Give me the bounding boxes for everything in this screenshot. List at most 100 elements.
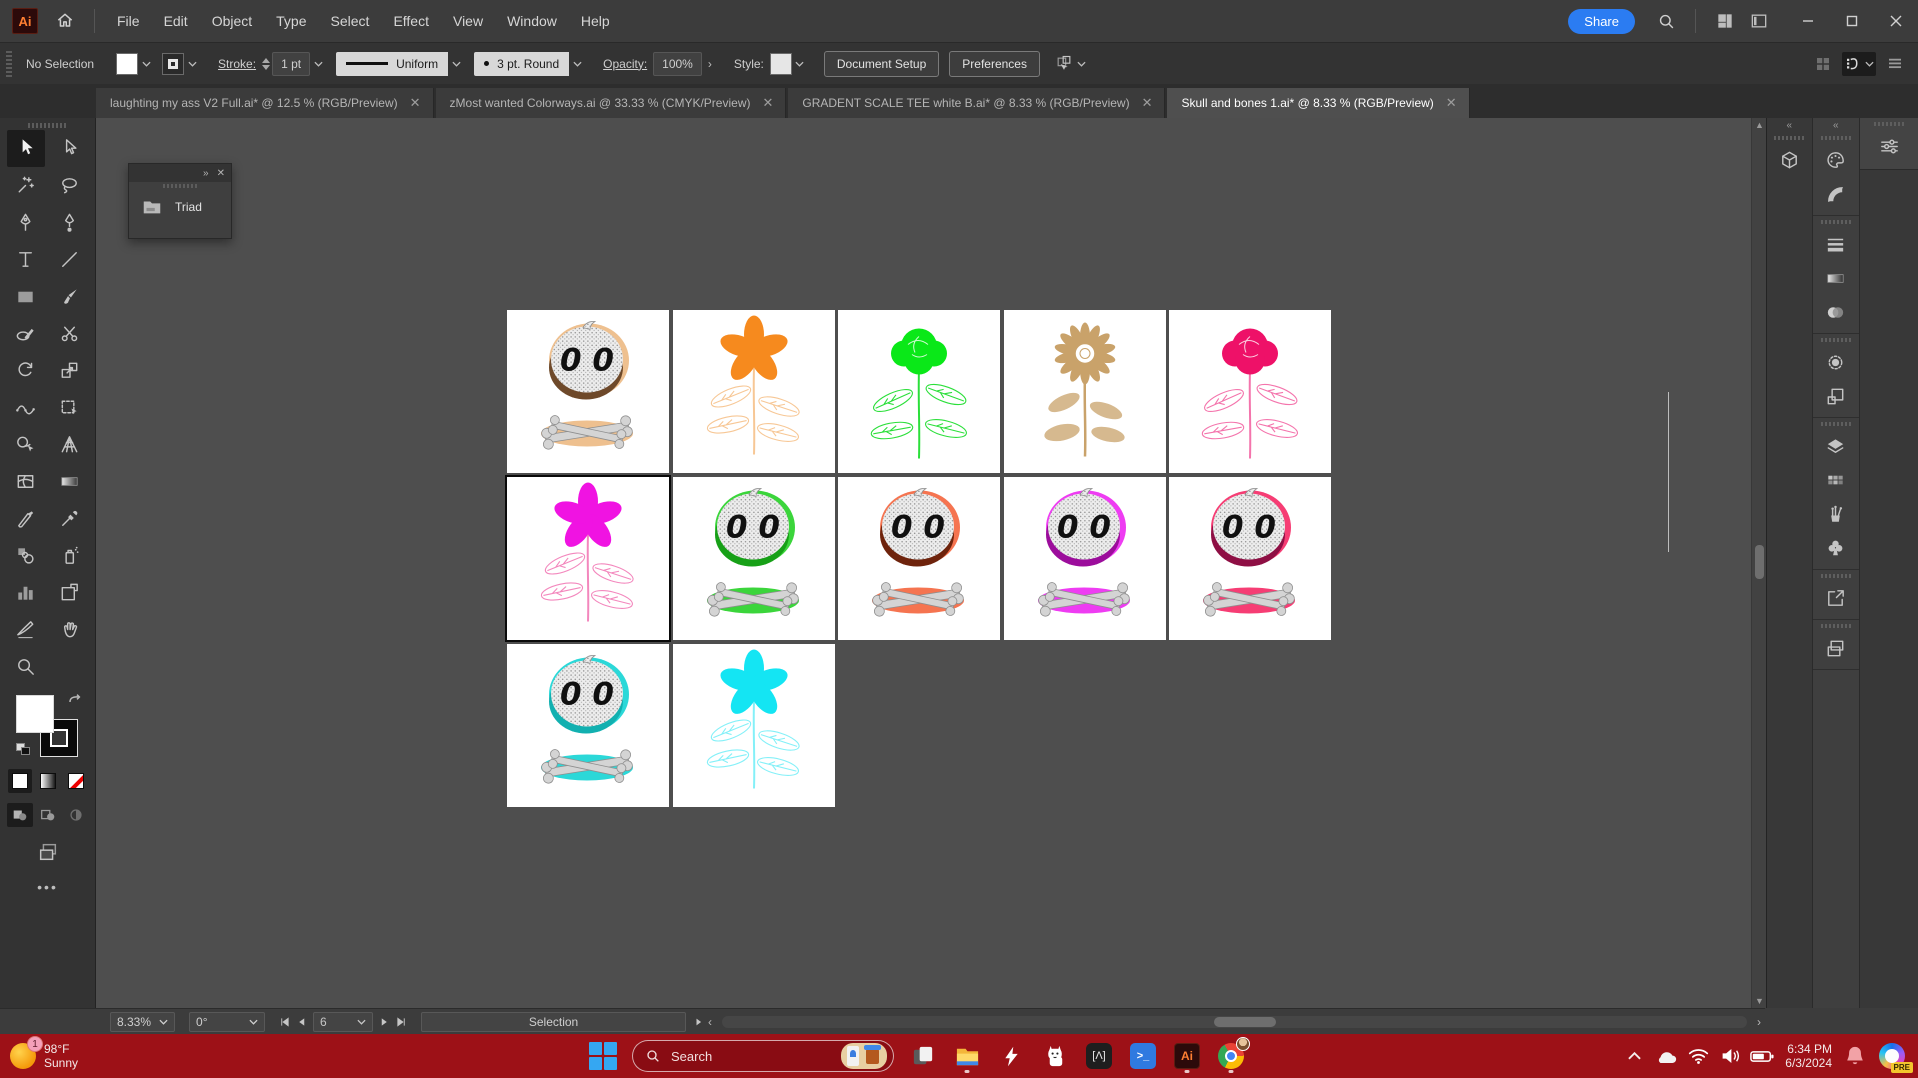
menu-object[interactable]: Object <box>202 7 262 35</box>
battery-icon[interactable] <box>1749 1041 1775 1071</box>
workspace-switcher-icon[interactable] <box>1742 6 1776 36</box>
canvas[interactable]: » ✕ Triad ▲ ▼ 0 0 <box>96 118 1766 1008</box>
shaper-tool-icon[interactable] <box>7 315 45 352</box>
free-transform-tool-icon[interactable] <box>51 389 89 426</box>
fill-indicator[interactable] <box>16 695 54 733</box>
taskbar-search[interactable]: Search <box>632 1040 894 1072</box>
status-expand-icon[interactable] <box>694 1017 704 1027</box>
artboard-tile-2-star-artwork[interactable] <box>673 310 835 473</box>
arrange-documents-icon[interactable] <box>1708 6 1742 36</box>
tab-close-icon[interactable]: ✕ <box>760 95 775 111</box>
document-tab-3[interactable]: GRADENT SCALE TEE white B.ai* @ 8.33 % (… <box>788 88 1165 118</box>
layers-icon[interactable] <box>1816 429 1856 463</box>
3d-materials-icon[interactable] <box>1769 143 1809 177</box>
home-icon[interactable] <box>48 6 82 36</box>
style-swatch[interactable] <box>770 53 792 75</box>
fill-color-dropdown-icon[interactable] <box>138 53 154 75</box>
horizontal-scroll-thumb[interactable] <box>1214 1017 1276 1027</box>
weather-widget[interactable]: 1 98°F Sunny <box>10 1042 210 1070</box>
shape-builder-tool-icon[interactable] <box>7 426 45 463</box>
collapse-dock-icon[interactable]: « <box>1786 118 1792 132</box>
tab-close-icon[interactable]: ✕ <box>1140 95 1155 111</box>
rotation-field[interactable]: 0° <box>189 1012 265 1032</box>
artboard-tile-3-rose-artwork[interactable] <box>838 310 1000 473</box>
lasso-tool-icon[interactable] <box>51 167 89 204</box>
tray-chevron-icon[interactable] <box>1621 1041 1647 1071</box>
artboard-tile-11-skull-artwork[interactable]: 0 0 <box>507 644 669 807</box>
fill-stroke-control[interactable] <box>16 695 80 759</box>
rectangle-tool-icon[interactable] <box>7 278 45 315</box>
line-segment-tool-icon[interactable] <box>51 241 89 278</box>
scroll-down-icon[interactable]: ▼ <box>1752 994 1766 1008</box>
edit-toolbar-button[interactable]: ••• <box>37 879 58 895</box>
panel-list-icon[interactable] <box>1886 55 1904 73</box>
none-mode-button[interactable] <box>64 769 88 793</box>
mesh-tool-icon[interactable] <box>7 463 45 500</box>
stroke-color-swatch[interactable] <box>162 53 184 75</box>
file-explorer-button[interactable] <box>952 1039 982 1073</box>
artboard-tile-7-skull-artwork[interactable]: 0 0 <box>673 477 835 640</box>
width-profile-dropdown-icon[interactable] <box>448 53 464 75</box>
illustrator-taskbar-button[interactable]: Ai <box>1172 1039 1202 1073</box>
clock-widget[interactable]: 6:34 PM 6/3/2024 <box>1785 1042 1832 1070</box>
artboard-tile-1-skull-artwork[interactable]: 0 0 <box>507 310 669 473</box>
stroke-panel-link[interactable]: Stroke: <box>218 57 256 71</box>
collapse-dock-icon[interactable]: « <box>1833 118 1839 132</box>
stroke-weight-field[interactable]: 1 pt <box>272 52 310 76</box>
document-tab-2[interactable]: zMost wanted Colorways.ai @ 33.33 % (CMY… <box>436 88 787 118</box>
opacity-link[interactable]: Opacity: <box>603 57 647 71</box>
document-tab-4[interactable]: Skull and bones 1.ai* @ 8.33 % (RGB/Prev… <box>1167 88 1469 118</box>
scroll-right-icon[interactable]: › <box>1753 1015 1765 1029</box>
notification-bell-icon[interactable] <box>1842 1041 1868 1071</box>
stroke-weight-dropdown-icon[interactable] <box>310 53 326 75</box>
type-tool-icon[interactable] <box>7 241 45 278</box>
color-mode-button[interactable] <box>8 769 32 793</box>
brushes-icon[interactable] <box>1816 497 1856 531</box>
share-button[interactable]: Share <box>1568 9 1635 34</box>
opacity-field[interactable]: 100% <box>653 52 702 76</box>
vertical-scrollbar[interactable]: ▲ ▼ <box>1751 118 1766 1008</box>
previous-artboard-icon[interactable] <box>296 1017 307 1027</box>
swap-fill-stroke-icon[interactable] <box>68 693 82 705</box>
menu-select[interactable]: Select <box>321 7 380 35</box>
menu-file[interactable]: File <box>107 7 150 35</box>
last-artboard-icon[interactable] <box>396 1017 407 1027</box>
status-tool-indicator[interactable]: Selection <box>421 1012 686 1032</box>
artboard-tile-8-skull-artwork[interactable]: 0 0 <box>838 477 1000 640</box>
width-profile-field[interactable]: Uniform <box>336 52 448 76</box>
artboard-number-field[interactable]: 6 <box>313 1012 373 1032</box>
onedrive-icon[interactable] <box>1653 1041 1679 1071</box>
app-grid-icon[interactable] <box>1814 55 1832 73</box>
start-button[interactable] <box>588 1041 618 1071</box>
menu-view[interactable]: View <box>443 7 493 35</box>
gradient-tool-icon[interactable] <box>51 463 89 500</box>
paintbrush-tool-icon[interactable] <box>51 278 89 315</box>
draw-behind-icon[interactable] <box>35 803 61 827</box>
next-artboard-icon[interactable] <box>379 1017 390 1027</box>
scissors-tool-icon[interactable] <box>51 315 89 352</box>
menu-type[interactable]: Type <box>266 7 316 35</box>
llama-app-button[interactable] <box>1040 1039 1070 1073</box>
brush-definition-field[interactable]: 3 pt. Round <box>474 52 569 76</box>
tab-close-icon[interactable]: ✕ <box>408 95 423 111</box>
slice-tool-icon[interactable] <box>7 611 45 648</box>
minimize-button[interactable] <box>1786 4 1830 38</box>
artboard-tile-6-star-artwork[interactable] <box>507 477 669 640</box>
appearance-icon[interactable] <box>1816 345 1856 379</box>
menu-help[interactable]: Help <box>571 7 620 35</box>
document-tab-1[interactable]: laughting my ass V2 Full.ai* @ 12.5 % (R… <box>96 88 434 118</box>
artboard-tile-4-sunflower-artwork[interactable] <box>1004 310 1166 473</box>
brush-dropdown-icon[interactable] <box>569 53 585 75</box>
swatches-icon[interactable] <box>1816 463 1856 497</box>
draw-normal-icon[interactable] <box>7 803 33 827</box>
symbols-icon[interactable] <box>1816 531 1856 565</box>
document-setup-button[interactable]: Document Setup <box>824 51 939 77</box>
copilot-button[interactable]: PRE <box>1874 1041 1910 1071</box>
powershell-button[interactable]: >_ <box>1128 1039 1158 1073</box>
symbol-sprayer-tool-icon[interactable] <box>51 537 89 574</box>
rotate-view-tool-icon[interactable] <box>7 500 45 537</box>
artboard-tile-5-rose-artwork[interactable] <box>1169 310 1331 473</box>
opacity-expand-icon[interactable]: › <box>702 53 718 75</box>
tab-close-icon[interactable]: ✕ <box>1444 95 1459 111</box>
artboards-panel-icon[interactable] <box>1816 379 1856 413</box>
